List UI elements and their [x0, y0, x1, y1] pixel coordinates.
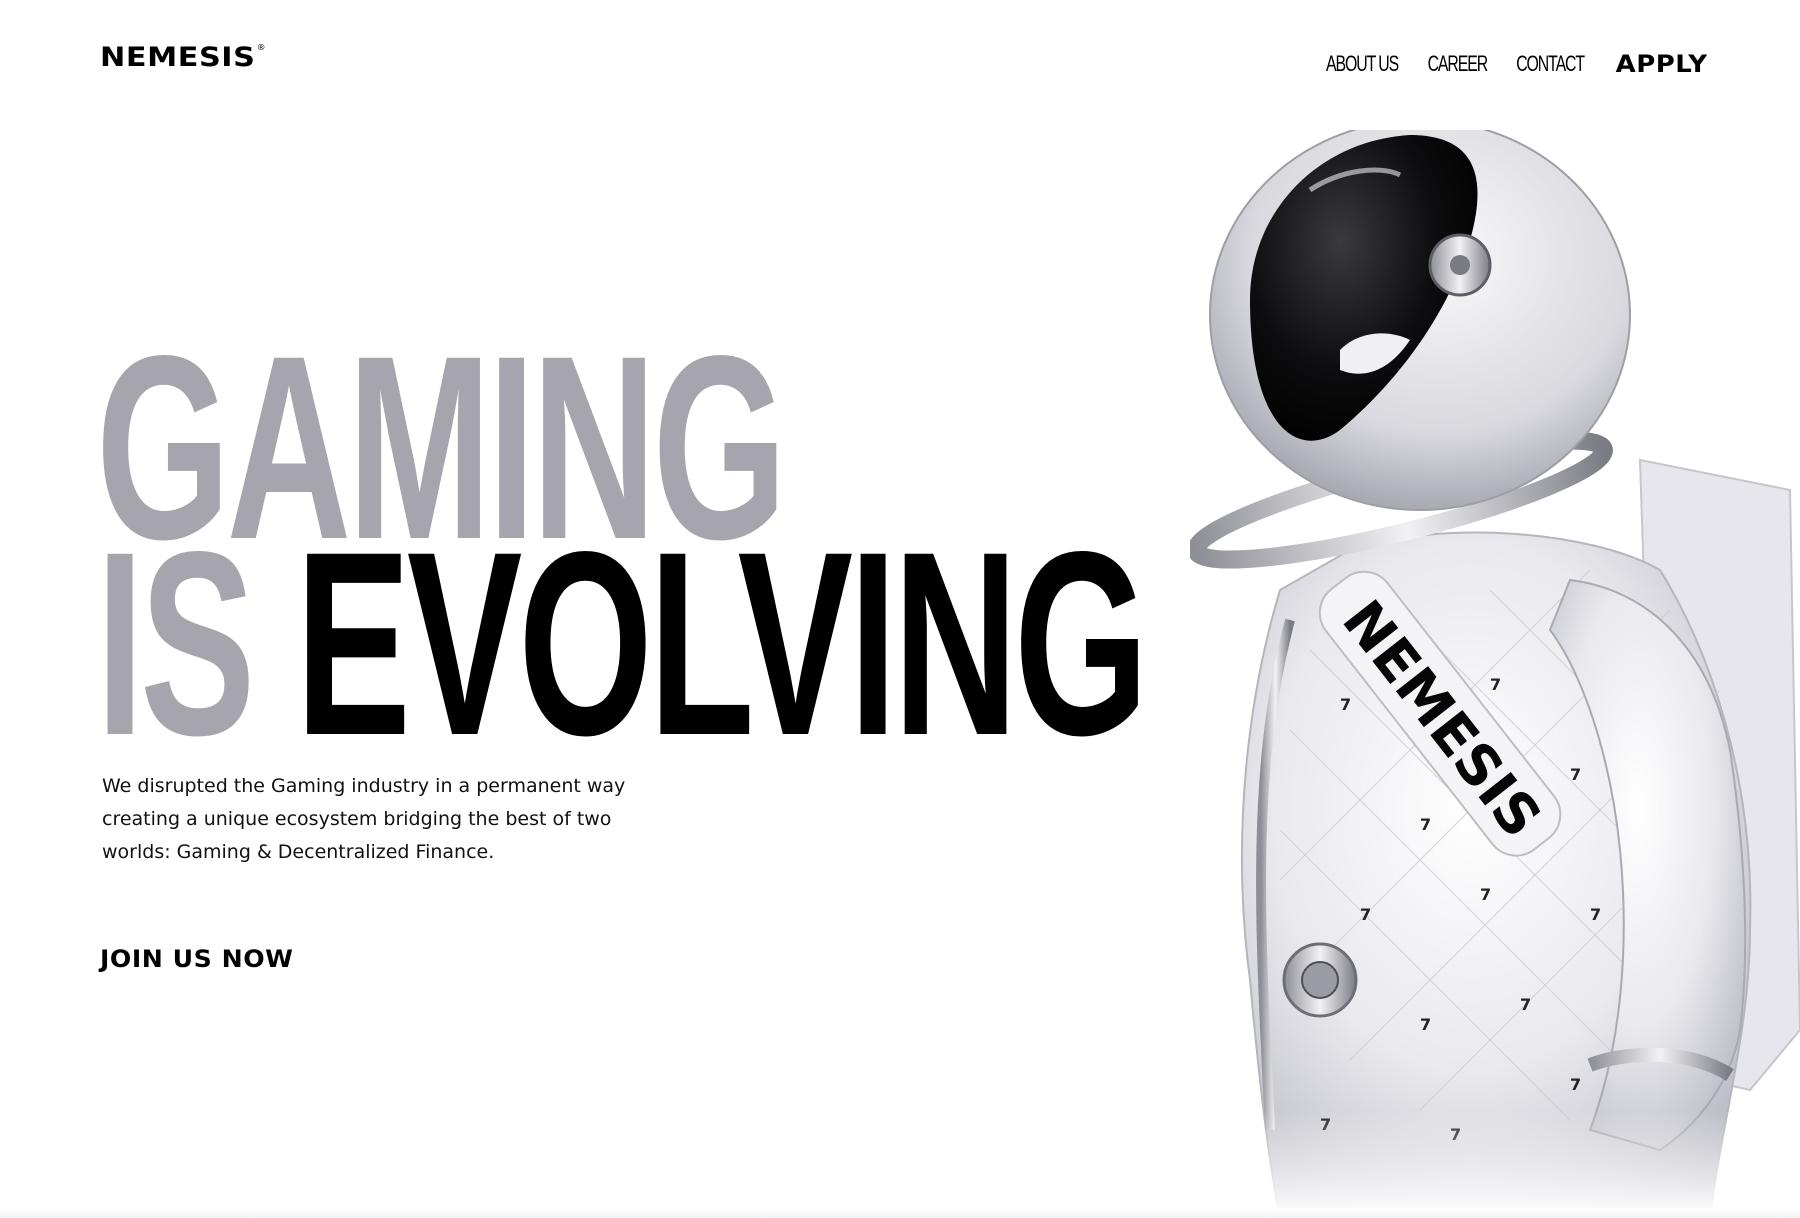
brand-logo[interactable]: NEMESIS® [100, 42, 267, 73]
hero-description: We disrupted the Gaming industry in a pe… [102, 775, 626, 863]
svg-text:7: 7 [1420, 815, 1431, 834]
main-nav: ABOUT US CAREER CONTACT APPLY [1322, 50, 1707, 78]
svg-text:7: 7 [1340, 695, 1351, 714]
headline-line-2: IS EVOLVING [96, 513, 1149, 775]
nav-link-career[interactable]: CAREER [1427, 51, 1488, 77]
astronaut-illustration: 7 7 7 7 7 7 7 7 7 7 7 7 7 7 NEMESIS [1190, 130, 1800, 1218]
headline-word-is: IS [96, 497, 255, 790]
svg-text:7: 7 [1360, 905, 1371, 924]
svg-text:7: 7 [1480, 885, 1491, 904]
registered-mark: ® [256, 43, 267, 52]
svg-text:7: 7 [1420, 1015, 1431, 1034]
svg-text:7: 7 [1570, 765, 1581, 784]
bottom-fade [0, 1208, 1800, 1218]
nav-link-about-us[interactable]: ABOUT US [1326, 51, 1399, 77]
svg-text:7: 7 [1520, 995, 1531, 1014]
join-us-now-button[interactable]: JOIN US NOW [100, 945, 294, 973]
brand-name: NEMESIS [100, 42, 256, 73]
svg-text:7: 7 [1590, 905, 1601, 924]
nav-link-contact[interactable]: CONTACT [1516, 51, 1585, 77]
apply-button[interactable]: APPLY [1615, 50, 1707, 78]
svg-text:7: 7 [1570, 1075, 1581, 1094]
landing-page: NEMESIS® ABOUT US CAREER CONTACT APPLY G… [0, 0, 1800, 1218]
svg-text:7: 7 [1490, 675, 1501, 694]
headline-word-evolving: EVOLVING [295, 497, 1149, 790]
